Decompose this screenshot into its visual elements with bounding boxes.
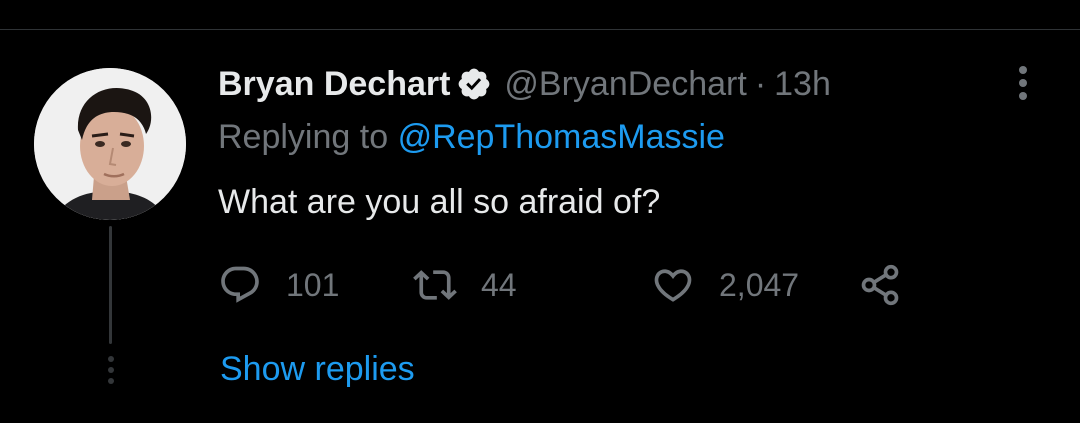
- top-divider: [0, 29, 1080, 30]
- verified-badge-icon: [456, 66, 492, 102]
- reply-count: 101: [286, 266, 340, 303]
- share-icon: [861, 264, 899, 306]
- share-button[interactable]: [858, 260, 902, 310]
- more-options-icon[interactable]: [1010, 64, 1036, 102]
- show-replies-link[interactable]: Show replies: [220, 350, 415, 389]
- tweet-text: What are you all so afraid of?: [218, 183, 661, 221]
- replying-to-line: Replying to @RepThomasMassie: [218, 118, 725, 157]
- replying-to-prefix: Replying to: [218, 118, 389, 156]
- tweet-timestamp[interactable]: 13h: [774, 65, 831, 104]
- tweet-actions: 101 44 2,047: [218, 260, 938, 310]
- retweet-icon: [413, 270, 457, 300]
- reply-icon: [221, 266, 259, 303]
- header-separator: ·: [754, 64, 767, 103]
- like-count: 2,047: [719, 266, 800, 303]
- profile-photo-icon: [34, 68, 186, 220]
- like-button[interactable]: 2,047: [651, 260, 799, 310]
- retweet-count: 44: [481, 266, 517, 303]
- tweet-header: Bryan Dechart @BryanDechart · 13h: [218, 62, 831, 106]
- thread-ellipsis-icon: [106, 356, 116, 388]
- reply-button[interactable]: 101: [218, 260, 339, 310]
- replying-to-mention[interactable]: @RepThomasMassie: [398, 118, 725, 156]
- retweet-button[interactable]: 44: [413, 260, 517, 310]
- avatar[interactable]: [34, 68, 186, 220]
- author-display-name[interactable]: Bryan Dechart: [218, 65, 450, 104]
- heart-icon: [654, 269, 692, 302]
- author-handle[interactable]: @BryanDechart: [504, 65, 746, 104]
- thread-connector-line: [109, 226, 112, 344]
